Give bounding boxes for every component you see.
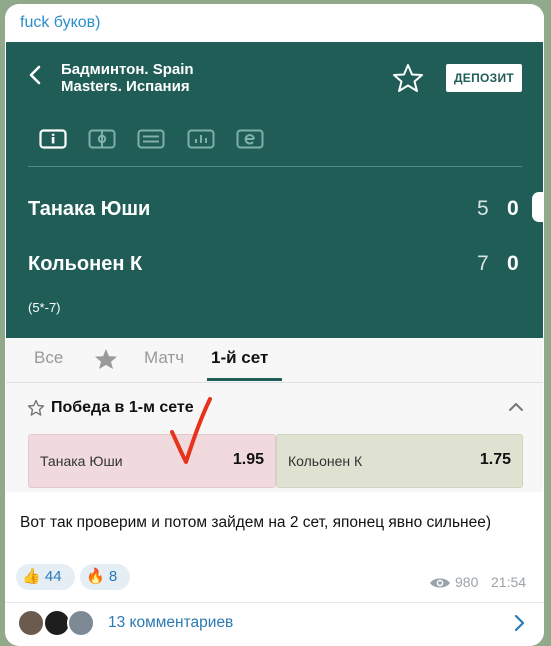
fire-icon: 🔥 xyxy=(86,568,105,585)
event-title-line1: Бадминтон. Spain xyxy=(61,61,194,78)
tab-favorites-star-icon[interactable] xyxy=(94,348,118,370)
player-1-set-score: 5 xyxy=(477,197,489,220)
event-title: Бадминтон. Spain Masters. Испания xyxy=(61,61,194,95)
odd-coefficient: 1.95 xyxy=(232,451,264,468)
market-favorite-star-icon[interactable] xyxy=(27,399,45,417)
event-title-line2: Masters. Испания xyxy=(61,78,190,95)
deposit-button[interactable]: ДЕПОЗИТ xyxy=(446,64,522,92)
post-image[interactable]: Бадминтон. Spain Masters. Испания ДЕПОЗИ… xyxy=(6,42,543,492)
back-arrow-icon[interactable] xyxy=(28,64,42,86)
stats-icon[interactable] xyxy=(187,129,215,149)
e-icon[interactable] xyxy=(236,129,264,149)
player-2-name: Кольонен К xyxy=(28,253,143,275)
odd-button-player-1[interactable]: Танака Юши 1.95 xyxy=(28,434,276,488)
tabs-separator xyxy=(6,382,543,383)
views-count: 980 xyxy=(455,574,479,590)
odd-name: Танака Юши xyxy=(40,453,123,469)
header-divider xyxy=(28,166,522,167)
tab-first-set[interactable]: 1-й сет xyxy=(211,348,268,368)
views-eye-icon xyxy=(430,578,450,588)
chevron-right-icon[interactable] xyxy=(513,614,525,632)
reaction-thumbs-up[interactable]: 👍 44 xyxy=(16,564,75,590)
reaction-count: 44 xyxy=(44,568,62,585)
reaction-fire[interactable]: 🔥 8 xyxy=(80,564,130,590)
tab-all[interactable]: Все xyxy=(34,348,63,368)
channel-name[interactable]: fuck буков) xyxy=(20,14,101,32)
odd-button-player-2[interactable]: Кольонен К 1.75 xyxy=(276,434,523,488)
player-2-sets-won: 0 xyxy=(507,252,519,275)
channel-post: fuck буков) Бадминтон. Spain Masters. Ис… xyxy=(5,4,544,646)
list-icon[interactable] xyxy=(137,129,165,149)
avatar xyxy=(17,609,45,637)
odd-name: Кольонен К xyxy=(288,453,363,469)
player-1-sets-won: 0 xyxy=(507,197,519,220)
field-icon[interactable] xyxy=(88,129,116,149)
player-1-name: Танака Юши xyxy=(28,198,151,220)
post-caption: Вот так проверим и потом зайдем на 2 сет… xyxy=(20,514,492,531)
player-2-set-score: 7 xyxy=(477,252,489,275)
active-tab-underline xyxy=(207,378,282,381)
tab-match[interactable]: Матч xyxy=(144,348,184,368)
reaction-count: 8 xyxy=(108,568,118,585)
comments-link[interactable]: 13 комментариев xyxy=(108,614,233,632)
event-header: Бадминтон. Spain Masters. Испания ДЕПОЗИ… xyxy=(6,42,543,338)
favorite-star-icon[interactable] xyxy=(392,63,424,93)
comments-divider xyxy=(5,602,544,603)
sets-summary: (5*-7) xyxy=(28,300,61,315)
post-time: 21:54 xyxy=(491,574,527,590)
red-check-mark-icon xyxy=(170,397,212,464)
avatar xyxy=(67,609,95,637)
odd-coefficient: 1.75 xyxy=(479,451,511,468)
serve-indicator xyxy=(532,192,543,222)
info-icon[interactable] xyxy=(39,129,67,149)
collapse-chevron-icon[interactable] xyxy=(508,400,524,412)
thumbs-up-icon: 👍 xyxy=(22,568,41,585)
